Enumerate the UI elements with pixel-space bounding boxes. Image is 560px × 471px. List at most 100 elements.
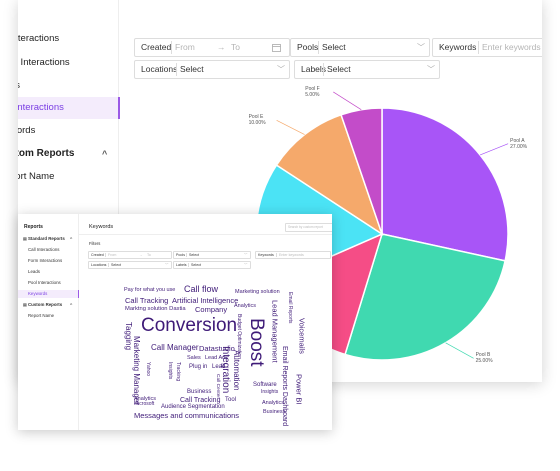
word: Call Center xyxy=(214,374,220,398)
sidebar-item-label: Pool Interactions xyxy=(28,280,61,285)
sidebar-item-keywords[interactable]: Keywords xyxy=(18,290,79,298)
divider xyxy=(105,253,106,257)
word: Messages and communications xyxy=(134,411,240,420)
word: Power BI xyxy=(294,374,304,405)
pie-label-value: 5.00% xyxy=(305,91,320,98)
locations-label: Locations xyxy=(91,263,107,267)
word: Analytics xyxy=(262,400,285,406)
divider xyxy=(188,263,189,267)
word: Audience Segmentation xyxy=(161,404,225,410)
divider xyxy=(79,234,332,235)
pie-label-pool-e: Pool E 10.00% xyxy=(249,114,266,126)
search-placeholder: Search by custom report xyxy=(288,225,323,229)
word: Lead Ads xyxy=(205,355,228,361)
search-input[interactable]: Search by custom report xyxy=(285,223,332,232)
pools-label: Pools xyxy=(176,253,185,257)
pie-label-pool-a: Pool A 27.00% xyxy=(510,138,527,150)
locations-value: Select xyxy=(111,263,121,267)
word: Marketing Manager xyxy=(132,336,141,405)
word: Business xyxy=(187,389,212,395)
chevron-up-icon: ^ xyxy=(70,236,73,241)
pools-select[interactable]: Pools Select ﹀ xyxy=(173,251,251,259)
word: Analytics xyxy=(234,303,257,309)
pie-label-pool-f: Pool F 5.00% xyxy=(305,86,319,98)
word: Artificial Intelligence xyxy=(172,296,239,305)
word: Marketing solution xyxy=(235,289,280,295)
word: Software xyxy=(253,382,277,388)
word: Automation xyxy=(232,350,241,391)
sidebar-title: Reports xyxy=(24,224,43,230)
reports-icon: ▤ xyxy=(23,302,27,307)
keywords-word-cloud: Pay for what you use Call flow Marketing… xyxy=(79,274,332,430)
sidebar-item-pool-interactions[interactable]: Pool Interactions xyxy=(18,279,78,287)
pie-label-value: 25.00% xyxy=(475,358,493,365)
pie-label-value: 27.00% xyxy=(510,143,528,150)
locations-select[interactable]: Locations Select ﹀ xyxy=(88,261,172,269)
main-content: Keywords Search by custom report Filters… xyxy=(79,214,332,430)
sidebar-item-label: Custom Reports xyxy=(28,302,63,307)
word: Call Tracking xyxy=(180,397,221,404)
word: Lead Management xyxy=(270,300,280,363)
word: Voicemails xyxy=(297,318,307,354)
sidebar-item-label: Leads xyxy=(28,269,40,274)
sidebar-item-label: Call Interactions xyxy=(28,247,60,252)
sidebar-item-label: Report Name xyxy=(28,313,55,318)
sidebar-section-standard-reports[interactable]: ▤ Standard Reports ^ xyxy=(18,235,78,243)
pie-leader-line xyxy=(333,91,362,111)
pie-leader-line xyxy=(445,342,474,359)
word: Email Reports xyxy=(287,292,293,324)
chevron-down-icon: ﹀ xyxy=(244,253,248,257)
labels-label: Labels xyxy=(176,263,187,267)
word: Boost xyxy=(246,318,267,367)
word: Microsoft xyxy=(134,401,155,407)
keywords-input[interactable]: Enter keywords xyxy=(279,252,304,258)
divider xyxy=(276,253,277,257)
labels-value: Select xyxy=(191,263,201,267)
word: Insights xyxy=(167,362,173,380)
word: Company xyxy=(195,305,228,314)
sidebar-section-custom-reports[interactable]: ▤ Custom Reports ^ xyxy=(18,301,78,309)
word: Tool xyxy=(225,397,237,403)
pie-label-value: 10.00% xyxy=(248,120,266,127)
page-title: Keywords xyxy=(89,224,114,230)
word: Business xyxy=(263,409,286,415)
word: Yahoo xyxy=(145,362,151,377)
divider xyxy=(108,263,109,267)
word: Plug in xyxy=(189,364,208,370)
word: Tracking xyxy=(175,362,181,381)
word: Tagging xyxy=(124,322,133,351)
pools-value: Select xyxy=(189,253,199,257)
created-date-range[interactable]: Created From → To xyxy=(88,251,172,259)
word: Pay for what you use xyxy=(124,287,176,293)
labels-select[interactable]: Labels Select ﹀ xyxy=(173,261,251,269)
word: Conversion xyxy=(141,315,238,336)
sidebar-item-call-interactions[interactable]: Call Interactions xyxy=(18,246,78,254)
divider xyxy=(186,253,187,257)
from-date-input[interactable]: From xyxy=(108,252,116,258)
sidebar-item-leads[interactable]: Leads xyxy=(18,268,78,276)
chevron-down-icon: ﹀ xyxy=(165,263,169,267)
filters-title: Filters xyxy=(89,241,101,246)
sidebar-item-form-interactions[interactable]: Form Interactions xyxy=(18,257,78,265)
pie-leader-line xyxy=(276,120,305,135)
sidebar-item-label: Form Interactions xyxy=(28,258,63,263)
word: Sales xyxy=(187,355,201,361)
arrow-right-icon: → xyxy=(139,253,143,257)
word: Lead xyxy=(212,364,226,370)
pie-leader-line xyxy=(480,143,509,156)
to-date-input[interactable]: To xyxy=(147,252,151,258)
pie-label-name: Pool A xyxy=(510,137,525,144)
word: Call Manager xyxy=(151,343,199,352)
keywords-field[interactable]: Keywords Enter keywords xyxy=(255,251,331,259)
word: Call Tracking xyxy=(125,296,169,305)
pie-label-pool-b: Pool B 25.00% xyxy=(476,352,493,364)
sidebar-item-label: Keywords xyxy=(28,291,48,296)
created-label: Created xyxy=(91,253,104,257)
reports-icon: ▤ xyxy=(23,236,27,241)
word: Call flow xyxy=(184,284,219,294)
sidebar-item-report-name[interactable]: Report Name xyxy=(18,312,78,320)
sidebar-item-label: Standard Reports xyxy=(28,236,65,241)
keywords-label: Keywords xyxy=(258,253,274,257)
report-window-front: Reports ▤ Standard Reports ^ Call Intera… xyxy=(18,214,332,430)
chevron-up-icon: ^ xyxy=(70,302,73,307)
